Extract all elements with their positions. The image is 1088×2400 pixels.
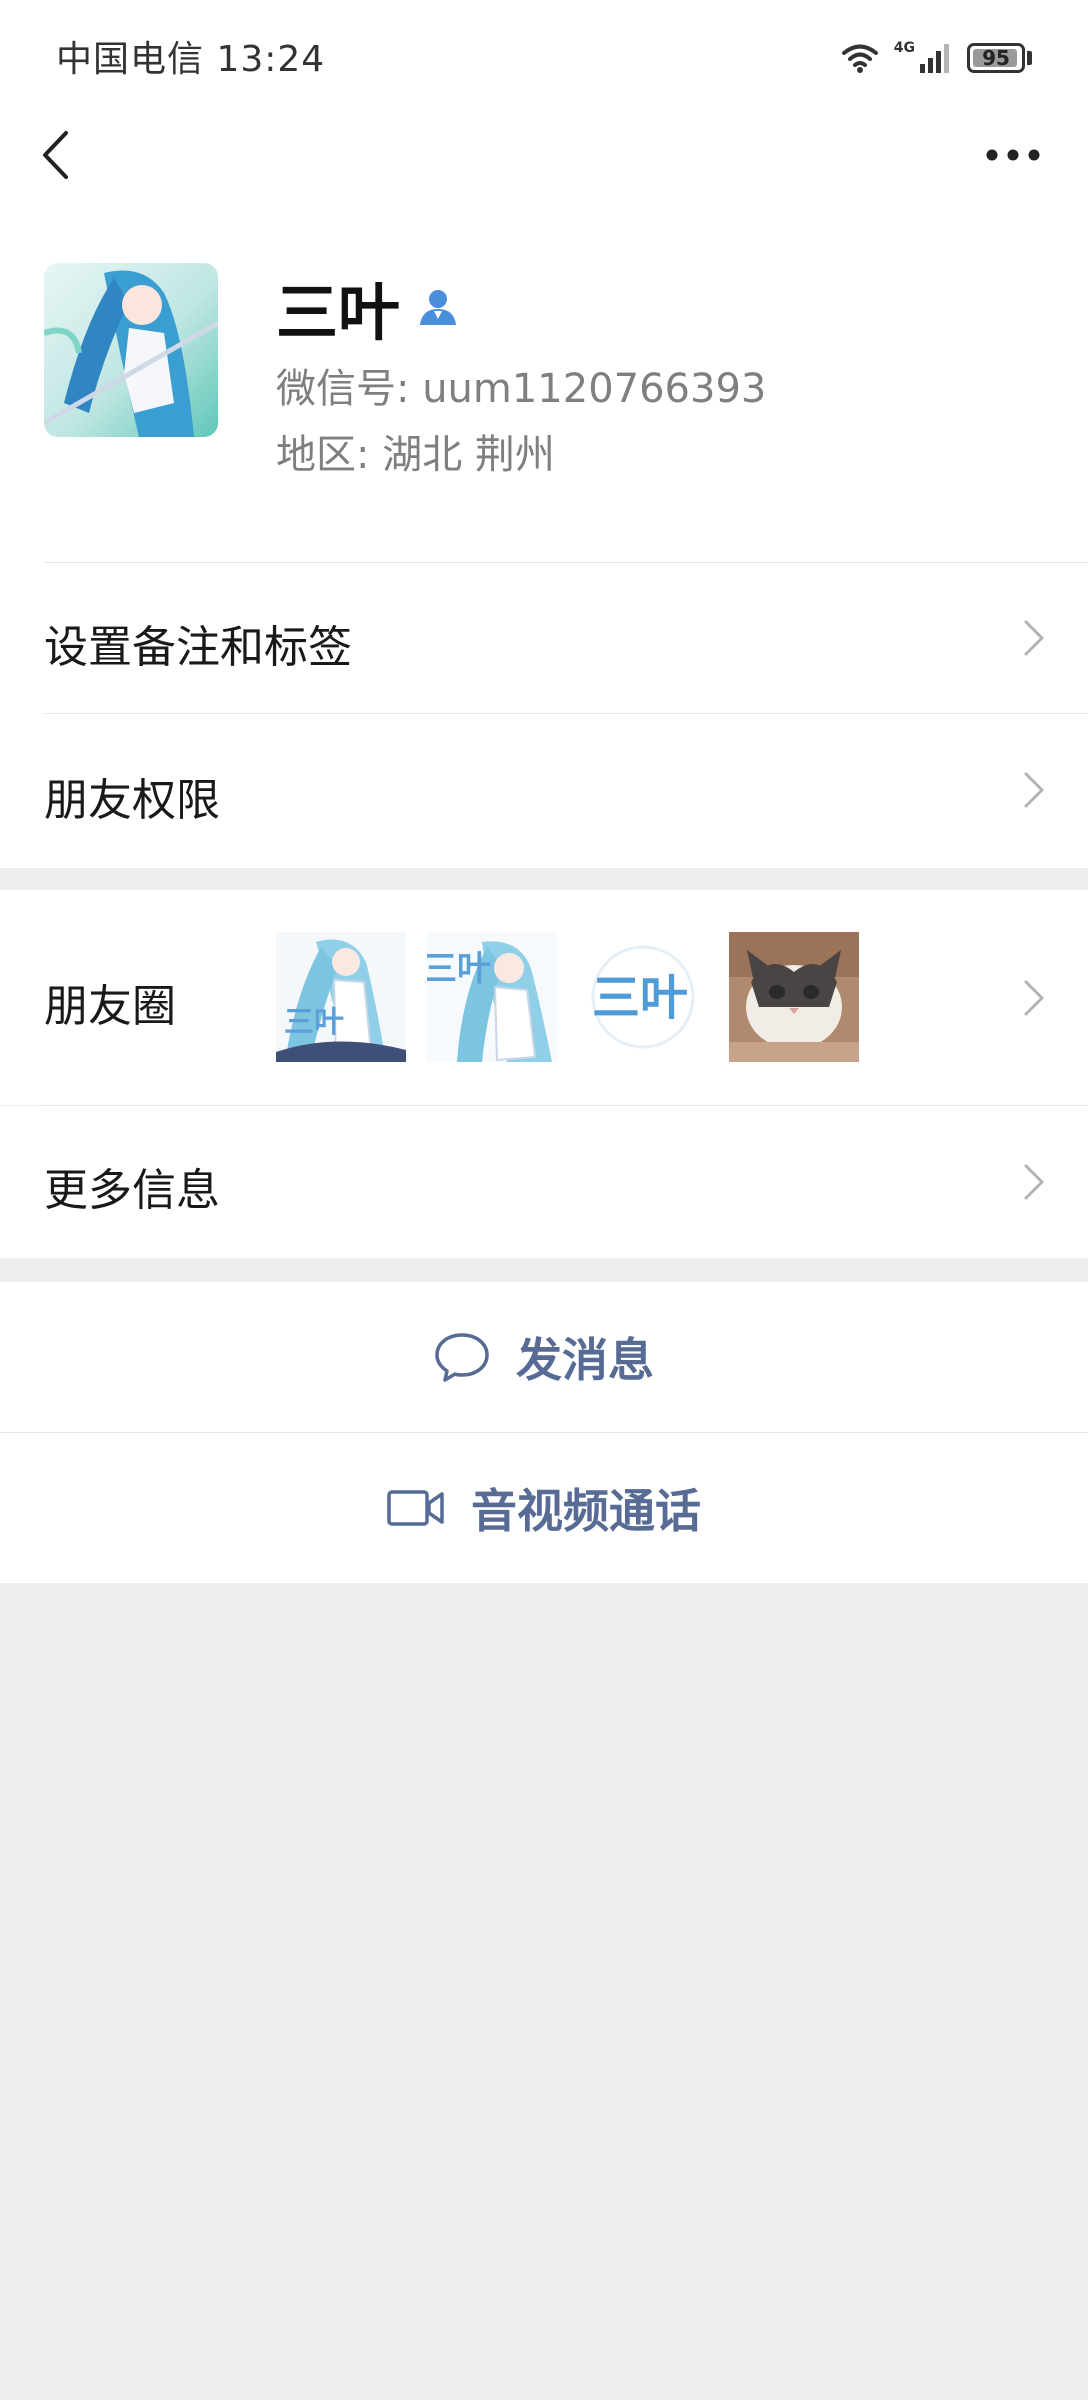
video-camera-icon — [387, 1490, 444, 1526]
moments-thumbnail: 三叶 — [427, 932, 557, 1062]
chevron-right-icon — [1024, 1164, 1044, 1200]
chevron-right-icon — [1024, 772, 1044, 808]
chevron-right-icon — [1024, 620, 1044, 656]
friend-permissions-row[interactable]: 朋友权限 — [0, 714, 1088, 866]
avatar[interactable] — [44, 263, 218, 437]
anime-girl-thumbnail: 三叶 — [427, 932, 557, 1062]
anime-girl-thumbnail: 三叶 — [276, 932, 406, 1062]
profile-name: 三叶 — [276, 276, 401, 349]
person-badge-icon — [420, 290, 457, 325]
thumb-text: 三叶 — [592, 970, 688, 1026]
friend-permissions-label: 朋友权限 — [44, 775, 220, 826]
signal-icon — [920, 44, 949, 73]
moments-thumbnail: 三叶 — [276, 932, 406, 1062]
cat-photo-thumbnail — [729, 932, 859, 1062]
thumb-text: 三叶 — [427, 949, 491, 989]
logo-thumbnail: 三叶 — [578, 932, 708, 1062]
video-call-button[interactable]: 音视频通话 — [0, 1433, 1088, 1583]
carrier-time: 中国电信 13:24 — [56, 39, 326, 80]
anime-avatar-image — [44, 263, 218, 437]
wechat-id: 微信号: uum1120766393 — [276, 366, 767, 412]
more-dots-icon — [986, 149, 1040, 161]
more-button[interactable] — [978, 130, 1048, 180]
status-bar: 中国电信 13:24 4G 95 — [0, 0, 1088, 110]
remarks-tags-label: 设置备注和标签 — [44, 622, 352, 673]
region: 地区: 湖北 荆州 — [276, 432, 555, 478]
battery-icon: 95 — [967, 43, 1032, 73]
back-button[interactable] — [30, 120, 80, 190]
profile-name-row: 三叶 — [276, 262, 460, 352]
send-message-button[interactable]: 发消息 — [0, 1282, 1088, 1432]
network-type: 4G — [893, 40, 915, 56]
more-info-row[interactable]: 更多信息 — [0, 1106, 1088, 1258]
remarks-tags-row[interactable]: 设置备注和标签 — [0, 563, 1088, 713]
chevron-left-icon — [43, 131, 68, 179]
chat-bubble-icon — [435, 1333, 489, 1382]
video-call-label: 音视频通话 — [471, 1484, 701, 1538]
status-icons: 4G 95 — [840, 36, 1032, 80]
thumb-text: 三叶 — [284, 1005, 344, 1040]
wifi-icon — [841, 44, 878, 73]
moments-thumbnail — [729, 932, 859, 1062]
moments-label: 朋友圈 — [44, 981, 176, 1032]
send-message-label: 发消息 — [516, 1333, 654, 1387]
battery-percent: 95 — [982, 46, 1010, 70]
moments-thumbnail: 三叶 — [578, 932, 708, 1062]
more-info-label: 更多信息 — [44, 1165, 220, 1216]
moments-thumbnails: 三叶 三叶 三叶 — [276, 932, 859, 1062]
chevron-right-icon — [1024, 980, 1044, 1016]
